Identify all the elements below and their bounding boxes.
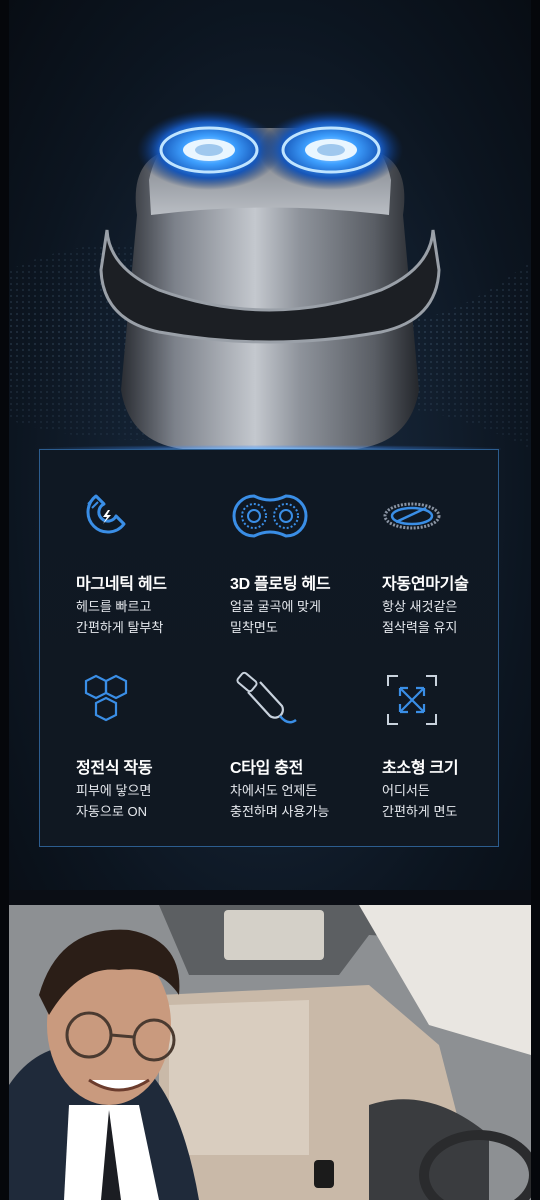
left-edge: [0, 0, 9, 1200]
feature-desc-line: 자동으로 ON: [76, 804, 147, 819]
feature-desc-line: 얼굴 굴곡에 맞게: [230, 599, 321, 614]
feature-description: 얼굴 굴곡에 맞게 밀착면도: [230, 596, 321, 638]
feature-desc-line: 어디서든: [382, 783, 430, 798]
feature-title: 3D 플로팅 헤드: [230, 576, 331, 593]
expand-arrows-icon: [387, 675, 437, 725]
feature-title: 정전식 작동: [76, 760, 153, 777]
feature-desc-line: 간편하게 탈부착: [76, 620, 164, 635]
right-edge: [531, 0, 540, 1200]
feature-description: 항상 새것같은 절삭력을 유지: [382, 596, 457, 638]
feature-title: 마그네틱 헤드: [76, 576, 167, 593]
blade-ring-icon: [383, 502, 441, 530]
feature-title: 초소형 크기: [382, 760, 459, 777]
feature-title: 자동연마기술: [382, 576, 469, 593]
lifestyle-photo-man-in-car: [9, 905, 531, 1200]
feature-panel: 마그네틱 헤드 헤드를 빠르고 간편하게 탈부착 3D 플로팅 헤드 얼굴 굴곡…: [39, 449, 499, 847]
feature-desc-line: 절삭력을 유지: [382, 620, 458, 635]
usb-c-cable-icon: [236, 671, 297, 724]
feature-desc-line: 간편하게 면도: [382, 804, 458, 819]
feature-title: C타입 충전: [230, 760, 304, 777]
feature-description: 어디서든 간편하게 면도: [382, 780, 457, 822]
feature-desc-line: 항상 새것같은: [382, 599, 458, 614]
feature-description: 헤드를 빠르고 간편하게 탈부착: [76, 596, 163, 638]
feature-desc-line: 밀착면도: [230, 620, 278, 635]
feature-desc-line: 헤드를 빠르고: [76, 599, 152, 614]
feature-desc-line: 차에서도 언제든: [230, 783, 318, 798]
dual-head-icon: [232, 494, 308, 538]
photo-illustration: [9, 905, 531, 1200]
hexagon-cluster-icon: [84, 674, 128, 722]
product-hero: 마그네틱 헤드 헤드를 빠르고 간편하게 탈부착 3D 플로팅 헤드 얼굴 굴곡…: [9, 0, 531, 890]
feature-description: 피부에 닿으면 자동으로 ON: [76, 780, 151, 822]
shaver-product-image: [99, 110, 441, 450]
magnet-icon: [86, 494, 126, 534]
feature-desc-line: 충전하며 사용가능: [230, 804, 330, 819]
feature-description: 차에서도 언제든 충전하며 사용가능: [230, 780, 329, 822]
feature-desc-line: 피부에 닿으면: [76, 783, 152, 798]
